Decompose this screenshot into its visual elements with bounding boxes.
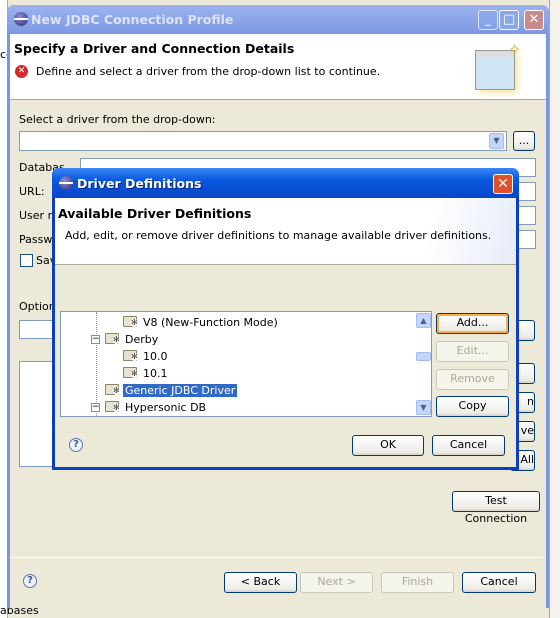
tree-item-label: Derby — [125, 333, 159, 346]
tree-item[interactable]: − Hypersonic DB — [91, 399, 206, 416]
dialog-close-button[interactable]: ✕ — [493, 174, 513, 194]
header-message: Define and select a driver from the drop… — [36, 65, 381, 78]
driver-combo[interactable]: ▼ — [19, 131, 507, 151]
dialog-title: Driver Definitions — [77, 176, 202, 191]
help-icon[interactable]: ? — [23, 574, 37, 588]
driver-definitions-dialog: Driver Definitions ✕ Available Driver De… — [52, 168, 519, 470]
save-password-checkbox[interactable] — [20, 254, 33, 267]
optional-label: Option — [19, 300, 56, 313]
driver-label: Select a driver from the drop-down: — [19, 113, 216, 126]
user-name-label: User n — [19, 209, 55, 222]
tree-item[interactable]: 10.1 — [123, 365, 168, 382]
error-icon: ✕ — [15, 65, 28, 78]
back-button[interactable]: < Back — [224, 572, 297, 593]
help-icon[interactable]: ? — [69, 438, 83, 452]
tree-item-label: V8 (New-Function Mode) — [143, 316, 278, 329]
eclipse-icon — [14, 12, 28, 26]
wizard-header: Specify a Driver and Connection Details … — [10, 34, 546, 100]
title-bar[interactable]: New JDBC Connection Profile _ □ ✕ — [7, 5, 549, 34]
minimize-button[interactable]: _ — [478, 10, 498, 30]
password-label: Passw — [19, 233, 53, 246]
dialog-client: Available Driver Definitions Add, edit, … — [55, 198, 516, 467]
scroll-down-icon[interactable]: ▼ — [416, 400, 431, 415]
tree-scrollbar[interactable]: ▲ ▼ — [416, 312, 431, 416]
dialog-header: Available Driver Definitions Add, edit, … — [55, 198, 516, 265]
background-window-right — [549, 0, 560, 618]
url-label: URL: — [19, 185, 45, 198]
page-title: Specify a Driver and Connection Details — [14, 41, 295, 56]
cancel-button[interactable]: Cancel — [462, 572, 536, 593]
dialog-header-title: Available Driver Definitions — [58, 206, 252, 221]
collapse-icon[interactable]: − — [91, 335, 100, 344]
add-driver-button[interactable]: Add... — [436, 313, 509, 334]
tree-item-label: 10.1 — [143, 367, 168, 380]
tree-item-label: 10.0 — [143, 350, 168, 363]
dialog-header-description: Add, edit, or remove driver definitions … — [65, 229, 492, 242]
next-button[interactable]: Next > — [300, 572, 373, 593]
tree-item-label: Hypersonic DB — [125, 401, 207, 414]
finish-button[interactable]: Finish — [381, 572, 454, 593]
maximize-button[interactable]: □ — [499, 10, 519, 30]
close-button[interactable]: ✕ — [524, 10, 544, 30]
tree-item[interactable]: V8 (New-Function Mode) — [123, 314, 278, 331]
tree-item[interactable]: 10.0 — [123, 348, 168, 365]
remove-driver-button[interactable]: Remove — [436, 369, 509, 390]
tree-item-label: Generic JDBC Driver — [123, 384, 238, 397]
ok-button[interactable]: OK — [352, 435, 424, 456]
scroll-thumb[interactable] — [416, 352, 431, 361]
browse-driver-button[interactable]: ... — [513, 131, 535, 151]
copy-driver-button[interactable]: Copy — [436, 396, 509, 417]
collapse-icon[interactable]: − — [91, 403, 100, 412]
tree-item-selected[interactable]: Generic JDBC Driver — [105, 382, 238, 399]
dialog-cancel-button[interactable]: Cancel — [432, 435, 505, 456]
chevron-down-icon[interactable]: ▼ — [489, 133, 504, 149]
edit-driver-button[interactable]: Edit... — [436, 341, 509, 362]
sparkle-icon: ✧ — [508, 40, 522, 59]
window-title: New JDBC Connection Profile — [31, 12, 234, 27]
footer-separator — [10, 557, 546, 558]
test-connection-button[interactable]: Test Connection — [452, 491, 540, 525]
tree-item[interactable]: − Derby — [91, 331, 158, 348]
scroll-up-icon[interactable]: ▲ — [416, 313, 431, 328]
driver-tree[interactable]: V8 (New-Function Mode) −Derby 10.0 10.1 … — [60, 311, 432, 417]
eclipse-icon — [59, 176, 73, 190]
dialog-title-bar[interactable]: Driver Definitions ✕ — [52, 168, 519, 198]
